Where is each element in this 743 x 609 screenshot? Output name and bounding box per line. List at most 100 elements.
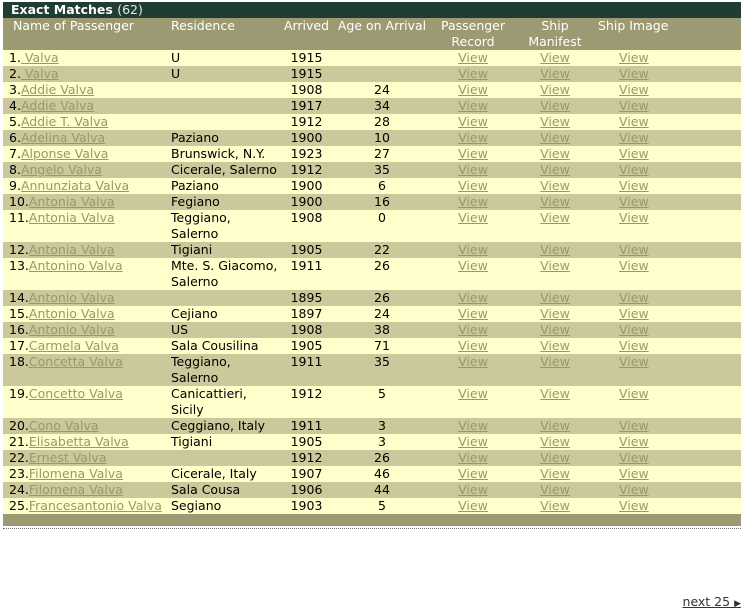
ship-image-link[interactable]: View	[619, 242, 649, 257]
passenger-record-link[interactable]: View	[458, 114, 488, 129]
ship-manifest-link[interactable]: View	[540, 418, 570, 433]
passenger-name-link[interactable]: Antonio Valva	[29, 306, 115, 321]
passenger-name-link[interactable]: Angelo Valva	[21, 162, 102, 177]
passenger-name-link[interactable]: Antonio Valva	[29, 290, 115, 305]
ship-image-link[interactable]: View	[619, 418, 649, 433]
ship-manifest-link[interactable]: View	[540, 306, 570, 321]
passenger-record-link[interactable]: View	[458, 498, 488, 513]
ship-image-link[interactable]: View	[619, 114, 649, 129]
ship-image-link[interactable]: View	[619, 354, 649, 369]
ship-manifest-link[interactable]: View	[540, 338, 570, 353]
ship-manifest-link[interactable]: View	[540, 178, 570, 193]
passenger-name-link[interactable]: Antonio Valva	[29, 322, 115, 337]
ship-image-link[interactable]: View	[619, 66, 649, 81]
ship-manifest-link[interactable]: View	[540, 194, 570, 209]
ship-image-link[interactable]: View	[619, 210, 649, 225]
ship-manifest-link[interactable]: View	[540, 210, 570, 225]
passenger-record-link[interactable]: View	[458, 354, 488, 369]
passenger-record-link[interactable]: View	[458, 322, 488, 337]
passenger-name-link[interactable]: Elisabetta Valva	[29, 434, 129, 449]
passenger-record-link[interactable]: View	[458, 290, 488, 305]
passenger-record-link[interactable]: View	[458, 434, 488, 449]
ship-manifest-link[interactable]: View	[540, 50, 570, 65]
passenger-name-link[interactable]: Antonino Valva	[29, 258, 123, 273]
passenger-record-link[interactable]: View	[458, 194, 488, 209]
passenger-name-link[interactable]: Adelina Valva	[21, 130, 105, 145]
ship-image-link[interactable]: View	[619, 50, 649, 65]
passenger-name-link[interactable]: Alponse Valva	[21, 146, 108, 161]
ship-manifest-link[interactable]: View	[540, 290, 570, 305]
passenger-record-link[interactable]: View	[458, 162, 488, 177]
passenger-record-link[interactable]: View	[458, 482, 488, 497]
passenger-record-link[interactable]: View	[458, 210, 488, 225]
passenger-name-link[interactable]: Antonia Valva	[29, 242, 115, 257]
passenger-name-link[interactable]: Cono Valva	[29, 418, 99, 433]
passenger-name-link[interactable]: Addie T. Valva	[21, 114, 108, 129]
passenger-record-link[interactable]: View	[458, 386, 488, 401]
ship-manifest-link[interactable]: View	[540, 258, 570, 273]
passenger-name-link[interactable]: Antonia Valva	[29, 194, 115, 209]
passenger-name-link[interactable]: Ernest Valva	[29, 450, 107, 465]
passenger-record-link[interactable]: View	[458, 306, 488, 321]
ship-image-link[interactable]: View	[619, 498, 649, 513]
ship-image-link[interactable]: View	[619, 338, 649, 353]
passenger-record-link[interactable]: View	[458, 418, 488, 433]
passenger-record-link[interactable]: View	[458, 450, 488, 465]
passenger-name-link[interactable]: Francesantonio Valva	[29, 498, 162, 513]
ship-image-link[interactable]: View	[619, 258, 649, 273]
ship-image-link[interactable]: View	[619, 82, 649, 97]
passenger-name-link[interactable]: Addie Valva	[21, 98, 94, 113]
passenger-name-link[interactable]: Carmela Valva	[29, 338, 119, 353]
ship-image-link[interactable]: View	[619, 178, 649, 193]
passenger-name-link[interactable]: Valva	[21, 66, 59, 81]
ship-manifest-link[interactable]: View	[540, 114, 570, 129]
ship-image-link[interactable]: View	[619, 306, 649, 321]
passenger-name-link[interactable]: Filomena Valva	[29, 482, 123, 497]
passenger-name-link[interactable]: Antonia Valva	[29, 210, 115, 225]
ship-manifest-link[interactable]: View	[540, 82, 570, 97]
passenger-record-link[interactable]: View	[458, 130, 488, 145]
ship-manifest-link[interactable]: View	[540, 466, 570, 481]
passenger-name-link[interactable]: Valva	[21, 50, 59, 65]
ship-manifest-link[interactable]: View	[540, 450, 570, 465]
passenger-record-link[interactable]: View	[458, 146, 488, 161]
passenger-record-link[interactable]: View	[458, 466, 488, 481]
passenger-record-link[interactable]: View	[458, 98, 488, 113]
ship-manifest-link[interactable]: View	[540, 386, 570, 401]
ship-image-link[interactable]: View	[619, 130, 649, 145]
ship-image-link[interactable]: View	[619, 466, 649, 481]
ship-manifest-link[interactable]: View	[540, 498, 570, 513]
passenger-name-link[interactable]: Annunziata Valva	[21, 178, 129, 193]
passenger-name-link[interactable]: Concetto Valva	[29, 386, 123, 401]
ship-manifest-link[interactable]: View	[540, 434, 570, 449]
ship-manifest-link[interactable]: View	[540, 354, 570, 369]
ship-manifest-link[interactable]: View	[540, 482, 570, 497]
ship-image-link[interactable]: View	[619, 482, 649, 497]
ship-image-link[interactable]: View	[619, 162, 649, 177]
passenger-record-link[interactable]: View	[458, 258, 488, 273]
ship-manifest-link[interactable]: View	[540, 242, 570, 257]
ship-image-link[interactable]: View	[619, 194, 649, 209]
passenger-record-link[interactable]: View	[458, 338, 488, 353]
ship-image-link[interactable]: View	[619, 98, 649, 113]
passenger-record-link[interactable]: View	[458, 50, 488, 65]
ship-image-link[interactable]: View	[619, 322, 649, 337]
passenger-record-link[interactable]: View	[458, 66, 488, 81]
next-page-link[interactable]: next 25 ▶	[683, 594, 741, 609]
ship-image-link[interactable]: View	[619, 290, 649, 305]
passenger-name-link[interactable]: Concetta Valva	[29, 354, 123, 369]
passenger-record-link[interactable]: View	[458, 178, 488, 193]
ship-image-link[interactable]: View	[619, 450, 649, 465]
ship-manifest-link[interactable]: View	[540, 322, 570, 337]
ship-image-link[interactable]: View	[619, 434, 649, 449]
ship-image-link[interactable]: View	[619, 146, 649, 161]
ship-manifest-link[interactable]: View	[540, 66, 570, 81]
ship-manifest-link[interactable]: View	[540, 98, 570, 113]
ship-image-link[interactable]: View	[619, 386, 649, 401]
ship-manifest-link[interactable]: View	[540, 162, 570, 177]
passenger-record-link[interactable]: View	[458, 242, 488, 257]
passenger-name-link[interactable]: Filomena Valva	[29, 466, 123, 481]
passenger-record-link[interactable]: View	[458, 82, 488, 97]
ship-manifest-link[interactable]: View	[540, 130, 570, 145]
passenger-name-link[interactable]: Addie Valva	[21, 82, 94, 97]
